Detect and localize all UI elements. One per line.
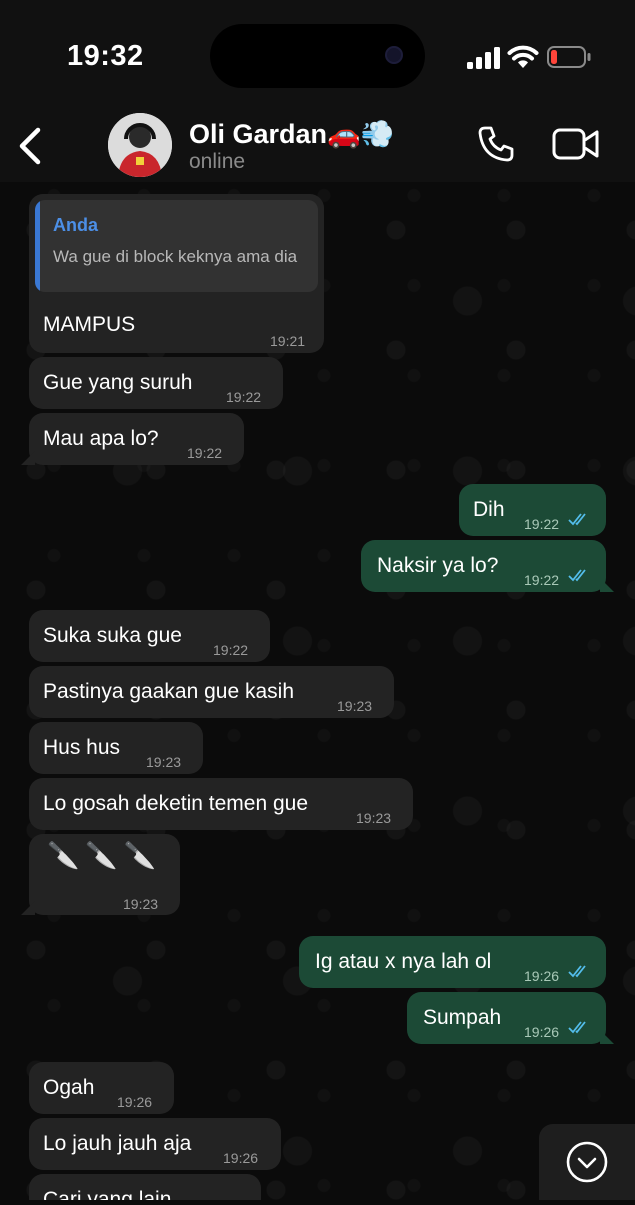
- phone-icon[interactable]: [476, 124, 516, 164]
- message-time: 19:22: [213, 642, 249, 658]
- chat-area[interactable]: Anda Wa gue di block keknya ama dia MAMP…: [0, 182, 635, 1200]
- message-bubble-incoming[interactable]: Suka suka gue 19:22: [29, 610, 270, 662]
- message-text: Lo jauh jauh aja: [43, 1132, 192, 1155]
- chevron-down-circle-icon: [566, 1141, 608, 1183]
- message-time: 19:23: [146, 754, 182, 770]
- message-time: 19:21: [270, 333, 306, 349]
- message-bubble-outgoing[interactable]: Sumpah 19:26: [407, 992, 614, 1044]
- message-text: Cari yang lain: [43, 1188, 172, 1200]
- message-text: Pastinya gaakan gue kasih: [43, 680, 295, 703]
- message-bubble-incoming[interactable]: Cari yang lain: [29, 1174, 261, 1200]
- message-bubble-outgoing[interactable]: Naksir ya lo? 19:22: [361, 540, 614, 592]
- message-bubble-incoming[interactable]: Lo jauh jauh aja 19:26: [29, 1118, 281, 1170]
- message-bubble-outgoing[interactable]: Dih 19:22: [459, 484, 606, 536]
- message-bubble-incoming[interactable]: Gue yang suruh 19:22: [29, 357, 283, 409]
- message-bubble-incoming[interactable]: Lo gosah deketin temen gue 19:23: [29, 778, 413, 830]
- scroll-to-bottom-button[interactable]: [539, 1124, 635, 1200]
- message-time: 19:22: [524, 516, 560, 532]
- message-time: 19:26: [117, 1094, 153, 1110]
- message-text: Sumpah: [423, 1006, 502, 1029]
- message-bubble-incoming[interactable]: Hus hus 19:23: [29, 722, 203, 774]
- avatar-photo-icon: [108, 113, 172, 177]
- message-time: 19:23: [356, 810, 392, 826]
- message-time: 19:23: [123, 896, 159, 912]
- message-bubble-outgoing[interactable]: Ig atau x nya lah ol 19:26: [299, 936, 606, 988]
- chat-header: Oli Gardan🚗💨 online: [0, 110, 635, 182]
- message-text: Ogah: [43, 1076, 95, 1099]
- message-time: 19:26: [223, 1150, 259, 1166]
- message-time: 19:22: [226, 389, 262, 405]
- read-receipt-icon: [568, 965, 586, 978]
- message-text: Dih: [473, 498, 505, 521]
- quoted-message[interactable]: Anda Wa gue di block keknya ama dia: [35, 200, 318, 292]
- message-text: Hus hus: [43, 736, 121, 759]
- read-receipt-icon: [568, 513, 586, 526]
- message-bubble-incoming[interactable]: Pastinya gaakan gue kasih 19:23: [29, 666, 394, 718]
- message-text: MAMPUS: [43, 313, 136, 336]
- quoted-author: Anda: [53, 215, 98, 235]
- battery-low-icon: [547, 46, 591, 68]
- message-bubble-incoming[interactable]: Mau apa lo? 19:22: [21, 413, 244, 465]
- message-time: 19:26: [524, 1024, 560, 1040]
- message-time: 19:26: [524, 968, 560, 984]
- message-bubble-incoming[interactable]: Ogah 19:26: [29, 1062, 174, 1114]
- cellular-signal-icon: [467, 47, 500, 69]
- message-text: Naksir ya lo?: [377, 554, 499, 577]
- message-text: Mau apa lo?: [43, 427, 159, 450]
- chevron-left-icon[interactable]: [14, 124, 46, 168]
- message-text: Gue yang suruh: [43, 371, 193, 394]
- message-text: Ig atau x nya lah ol: [315, 950, 492, 973]
- read-receipt-icon: [568, 569, 586, 582]
- message-time: 19:23: [337, 698, 373, 714]
- quote-accent-bar: [35, 200, 40, 292]
- camera-indicator-icon: [385, 46, 403, 64]
- message-text: Suka suka gue: [43, 624, 182, 647]
- knife-emoji-text: 🔪🔪🔪: [47, 840, 163, 870]
- video-camera-icon[interactable]: [552, 126, 600, 162]
- avatar[interactable]: [108, 113, 172, 177]
- contact-name[interactable]: Oli Gardan🚗💨: [189, 118, 394, 150]
- message-time: 19:22: [524, 572, 560, 588]
- message-bubble-incoming[interactable]: 🔪🔪🔪 19:23: [21, 834, 180, 915]
- status-time: 19:32: [67, 40, 144, 72]
- message-bubble-incoming[interactable]: Anda Wa gue di block keknya ama dia MAMP…: [29, 194, 324, 353]
- quoted-text: Wa gue di block keknya ama dia: [53, 247, 298, 266]
- status-bar: 19:32: [0, 0, 635, 110]
- wifi-icon: [507, 45, 539, 68]
- read-receipt-icon: [568, 1021, 586, 1034]
- message-text: Lo gosah deketin temen gue: [43, 792, 309, 815]
- message-time: 19:22: [187, 445, 223, 461]
- contact-status: online: [189, 150, 246, 173]
